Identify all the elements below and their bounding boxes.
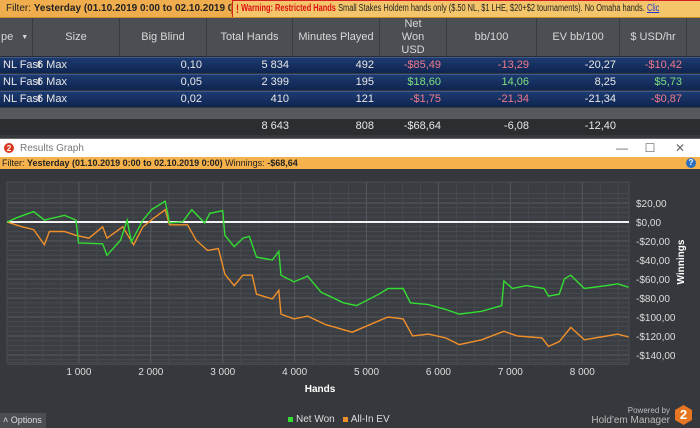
y-tick-label: $20,00: [636, 199, 667, 210]
powered-by: Powered by Hold'em Manager: [591, 406, 670, 426]
x-tick-label: 7 000: [498, 367, 523, 378]
chevron-up-icon: ˄: [3, 415, 9, 425]
x-tick-label: 5 000: [354, 367, 379, 378]
legend-all-in-ev[interactable]: All-In EV: [342, 414, 390, 425]
y-tick-label: $0,00: [636, 218, 661, 229]
y-tick-label: -$20,00: [636, 237, 670, 248]
x-tick-label: 8 000: [570, 367, 595, 378]
y-tick-label: -$140,00: [636, 351, 676, 362]
y-tick-label: -$100,00: [636, 313, 676, 324]
results-chart: 1 000 2 000 3 000 4 000 5 000 6 000 7 000 8 000…: [6, 181, 687, 395]
x-axis-label: Hands: [305, 384, 336, 395]
chart-legend: Net Won All-In EV: [288, 414, 390, 425]
legend-swatch-all-in-ev: [342, 417, 348, 422]
y-axis-label: Winnings: [676, 239, 687, 284]
y-tick-label: -$40,00: [636, 256, 670, 267]
x-tick-label: 4 000: [282, 367, 307, 378]
y-tick-label: -$60,00: [636, 275, 670, 286]
y-tick-label: -$120,00: [636, 332, 676, 343]
options-button[interactable]: ˄ Options: [0, 413, 46, 428]
x-tick-label: 3 000: [210, 367, 235, 378]
legend-net-won[interactable]: Net Won: [288, 414, 335, 425]
x-tick-label: 6 000: [426, 367, 451, 378]
y-tick-label: -$80,00: [636, 294, 670, 305]
x-tick-label: 2 000: [138, 367, 163, 378]
legend-swatch-net-won: [288, 417, 293, 422]
x-tick-label: 1 000: [66, 367, 91, 378]
